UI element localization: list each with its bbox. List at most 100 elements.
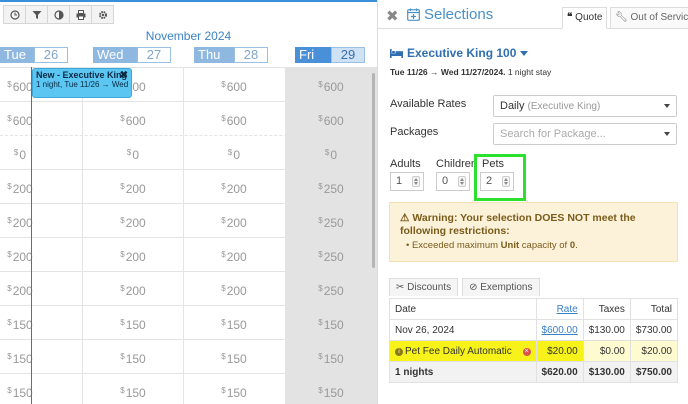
rate-cell[interactable]: $0 [189,136,279,170]
rate-cell[interactable]: $250 [291,238,371,272]
warning-title: ⚠ Warning: Your selection DOES NOT meet … [400,212,667,238]
rate-cell[interactable]: $200 [88,170,178,204]
packages-search[interactable]: Search for Package... [493,123,677,145]
spinner-icon[interactable] [412,176,420,187]
spinner-icon[interactable] [458,176,466,187]
rate-cell[interactable]: $200 [88,272,178,306]
day-header-tue[interactable]: Tue 26 [0,47,68,63]
rate-cell[interactable]: $200 [88,238,178,272]
rate-link[interactable]: $600.00 [542,325,578,336]
row-taxes: $130.00 [582,319,631,341]
rate-cell[interactable]: $0 [0,136,50,170]
settings-button[interactable] [91,5,114,24]
day-name: Tue [0,47,34,63]
rate-cell[interactable]: $600 [189,68,279,102]
tab-out-of-service[interactable]: 🔧︎ Out of Service [610,7,688,29]
rate-cell[interactable]: $250 [291,204,371,238]
rate-row: $150 $150 $150 $150 [0,373,377,404]
rate-cell[interactable]: $250 [291,272,371,306]
children-stepper[interactable]: 0 [436,172,470,191]
rate-cell[interactable]: $200 [0,272,50,306]
rate-value: Daily [500,100,525,112]
rate-row: $200 $200 $200 $250 [0,203,377,237]
pets-highlight [474,154,526,201]
rate-row: $600 $600 $600 $600 [0,101,377,135]
day-header-fri[interactable]: Fri 29 [295,47,365,63]
filter-button[interactable] [25,5,48,24]
rate-sort-link[interactable]: Rate [557,304,578,315]
rate-cell[interactable]: $150 [189,374,279,404]
calendar-pane: November 2024 Tue 26 Wed 27 Thu 28 Fri 2… [0,0,377,404]
close-icon[interactable]: ✖ [120,70,128,81]
packages-label: Packages [390,126,439,138]
table-total-row: 1 nights $620.00 $130.00 $750.00 [389,361,679,383]
calendar-scrollbar[interactable] [372,73,375,268]
total-total: $750.00 [629,361,679,383]
rate-cell[interactable]: $200 [189,272,279,306]
tab-exemptions[interactable]: ⊘ Exemptions [462,278,540,296]
rate-cell[interactable]: $150 [291,374,371,404]
tab-discounts[interactable]: ✂ Discounts [389,278,459,296]
rate-cell[interactable]: $150 [88,306,178,340]
rate-cell[interactable]: $600 [0,102,50,136]
rate-cell[interactable]: $600 [291,102,371,136]
filter-icon [32,10,41,19]
tab-quote[interactable]: ❝ Quote [562,7,608,29]
close-icon[interactable]: ✖ [386,7,399,25]
rate-cell[interactable]: $150 [189,306,279,340]
header-date: Date [389,298,537,320]
tab-quote-label: Quote [575,12,603,23]
print-button[interactable] [69,5,92,24]
rate-cell[interactable]: $150 [0,306,50,340]
rate-cell[interactable]: $200 [0,204,50,238]
print-icon [76,9,85,20]
calendar-toolbar [3,5,114,24]
rate-cell[interactable]: $600 [88,102,178,136]
rate-cell[interactable]: $600 [291,68,371,102]
rate-cell[interactable]: $0 [88,136,178,170]
header-rate[interactable]: Rate [535,298,584,320]
rate-cell[interactable]: $600 [189,102,279,136]
rate-cell[interactable]: $150 [88,374,178,404]
rate-cell[interactable]: $150 [0,374,50,404]
day-header-thu[interactable]: Thu 28 [194,47,268,63]
warning-item-suffix: . [575,240,578,251]
rate-cell[interactable]: $150 [189,340,279,374]
contrast-button[interactable] [47,5,70,24]
rate-cell[interactable]: $200 [0,170,50,204]
scissors-icon: ✂ [396,282,405,293]
rate-row: $0 $0 $0 $0 [0,135,377,169]
rate-cell[interactable]: $150 [88,340,178,374]
clock-button[interactable] [3,5,26,24]
rate-cell[interactable]: $200 [189,170,279,204]
remove-icon[interactable]: × [522,347,531,356]
children-value: 0 [442,175,449,187]
day-header-wed[interactable]: Wed 27 [93,47,171,63]
wrench-icon: 🔧︎ [615,12,628,23]
fee-name: Pet Fee Daily Automatic [405,345,512,357]
rate-cell[interactable]: $200 [189,238,279,272]
ban-icon: ⊘ [469,282,478,293]
row-rate[interactable]: $600.00 [535,319,584,341]
warning-icon: ⚠ [400,212,410,224]
available-rates-label: Available Rates [390,98,467,110]
day-number: 28 [234,47,268,63]
rate-cell[interactable]: $0 [291,136,371,170]
rate-cell[interactable]: $200 [189,204,279,238]
rate-cell[interactable]: $200 [0,238,50,272]
header-taxes: Taxes [582,298,631,320]
room-selector[interactable]: Executive King 100 [390,46,529,60]
new-reservation-block[interactable]: New - Executive King 1 night, Tue 11/26 … [32,68,132,98]
total-taxes: $130.00 [582,361,631,383]
available-rates-select[interactable]: Daily (Executive King) [493,95,677,117]
rate-cell[interactable]: $150 [291,340,371,374]
table-header-row: Date Rate Taxes Total [389,298,679,320]
adults-stepper[interactable]: 1 [390,172,424,191]
clock-icon [9,9,20,20]
rate-cell[interactable]: $250 [291,170,371,204]
rate-cell[interactable]: $200 [88,204,178,238]
packages-placeholder: Search for Package... [500,128,606,140]
info-icon[interactable]: i [395,347,403,356]
rate-cell[interactable]: $150 [0,340,50,374]
rate-cell[interactable]: $150 [291,306,371,340]
